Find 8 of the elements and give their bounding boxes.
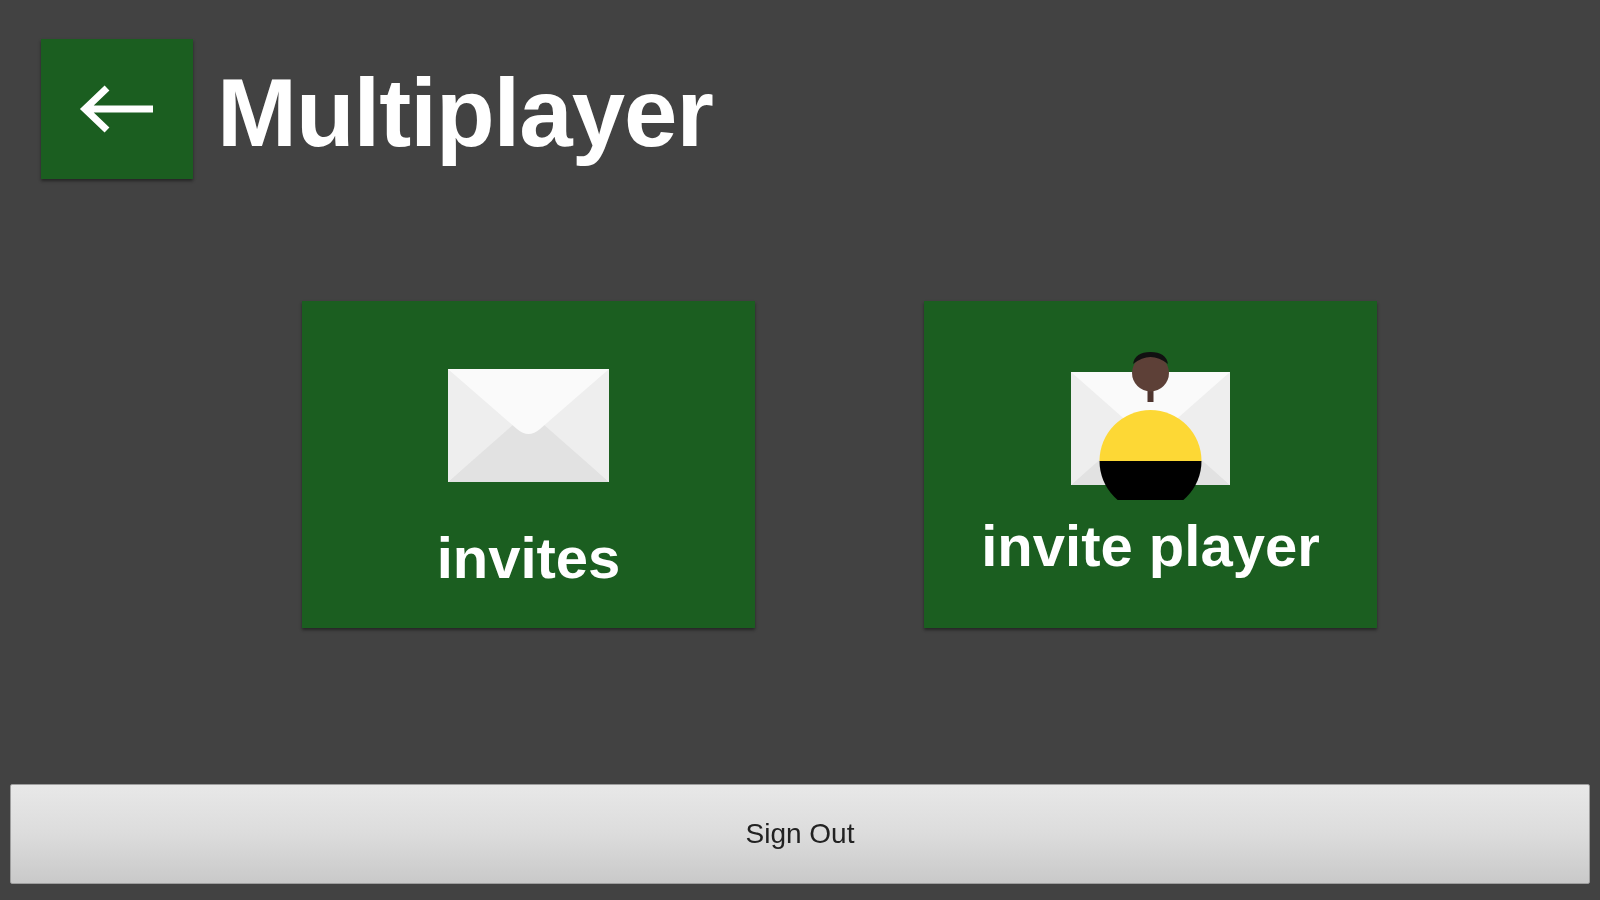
menu-tile[interactable]: invite player <box>924 301 1377 628</box>
menu-tile[interactable]: invites <box>302 301 755 628</box>
back-button[interactable] <box>41 39 193 179</box>
sign-out-button[interactable]: Sign Out <box>10 784 1590 884</box>
arrow-left-icon <box>79 85 155 133</box>
envelope-icon <box>448 369 609 482</box>
page-title: Multiplayer <box>217 62 713 164</box>
person-envelope-icon <box>1071 352 1230 500</box>
